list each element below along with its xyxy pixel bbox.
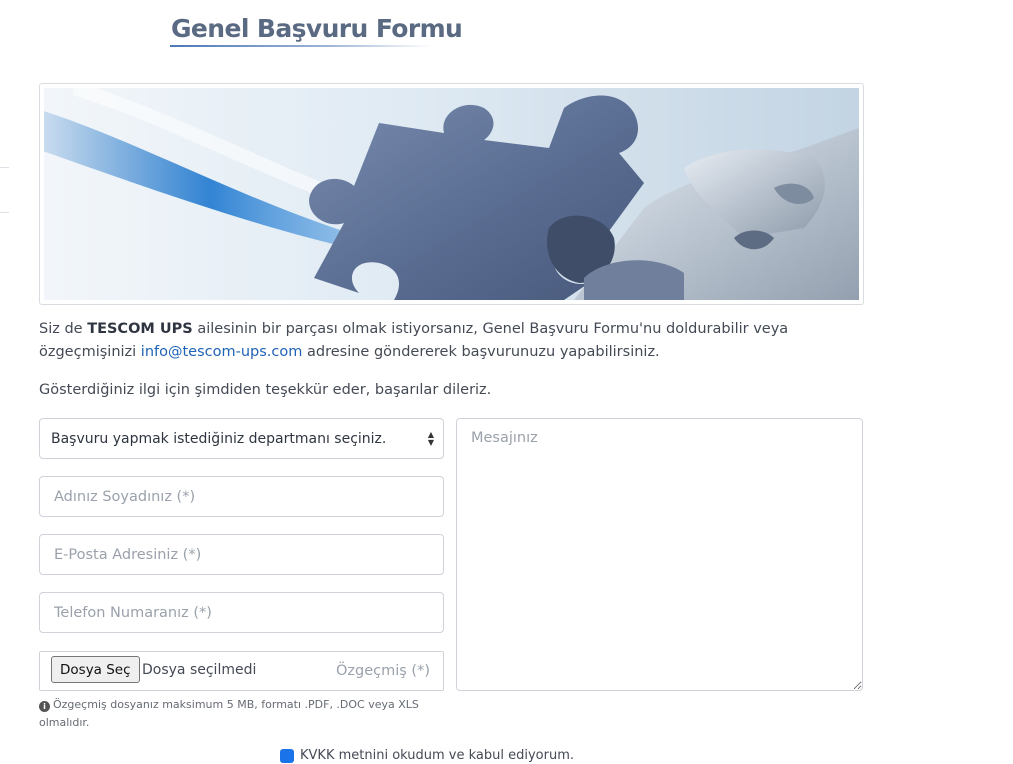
email-input[interactable] [40,535,443,574]
sort-arrows-icon: ▲ ▼ [427,430,434,447]
name-input[interactable] [40,477,443,516]
cv-field-label: Özgeçmiş (*) [335,663,430,679]
intro-text-before: Siz de [39,321,88,337]
page-title: Genel Başvuru Formu [171,14,463,43]
banner-image [39,83,864,305]
department-select-value: Başvuru yapmak istediğiniz departmanı se… [51,430,387,447]
brand-name: TESCOM UPS [87,321,193,337]
department-select[interactable]: Başvuru yapmak istediğiniz departmanı se… [39,418,444,459]
file-status: Dosya seçilmedi [142,662,257,678]
kvkk-label: KVKK metnini okudum ve kabul ediyorum. [300,748,575,763]
puzzle-banner-illustration [44,88,859,300]
choose-file-button[interactable]: Dosya Seç [51,656,140,683]
message-textarea[interactable] [456,418,863,691]
email-link[interactable]: info@tescom-ups.com [141,344,303,360]
side-rule-top [0,167,9,168]
kvkk-checkbox[interactable] [280,748,294,763]
email-field[interactable] [39,534,444,575]
file-hint: i Özgeçmiş dosyanız maksimum 5 MB, format… [39,696,439,732]
name-field[interactable] [39,476,444,517]
side-rule-bottom [0,212,9,213]
phone-input[interactable] [40,593,443,632]
title-underline [170,45,432,47]
info-circle-icon: i [39,701,50,712]
file-hint-text: Özgeçmiş dosyanız maksimum 5 MB, formatı… [39,698,419,729]
kvkk-consent[interactable]: KVKK metnini okudum ve kabul ediyorum. [280,745,574,764]
thanks-text: Gösterdiğiniz ilgi için şimdiden teşekkü… [39,382,492,398]
phone-field[interactable] [39,592,444,633]
intro-text-after: adresine göndererek başvurunuzu yapabili… [302,344,660,360]
cv-file-field[interactable]: Dosya Seç Dosya seçilmedi Özgeçmiş (*) [39,651,444,691]
intro-paragraph: Siz de TESCOM UPS ailesinin bir parçası … [39,318,859,364]
